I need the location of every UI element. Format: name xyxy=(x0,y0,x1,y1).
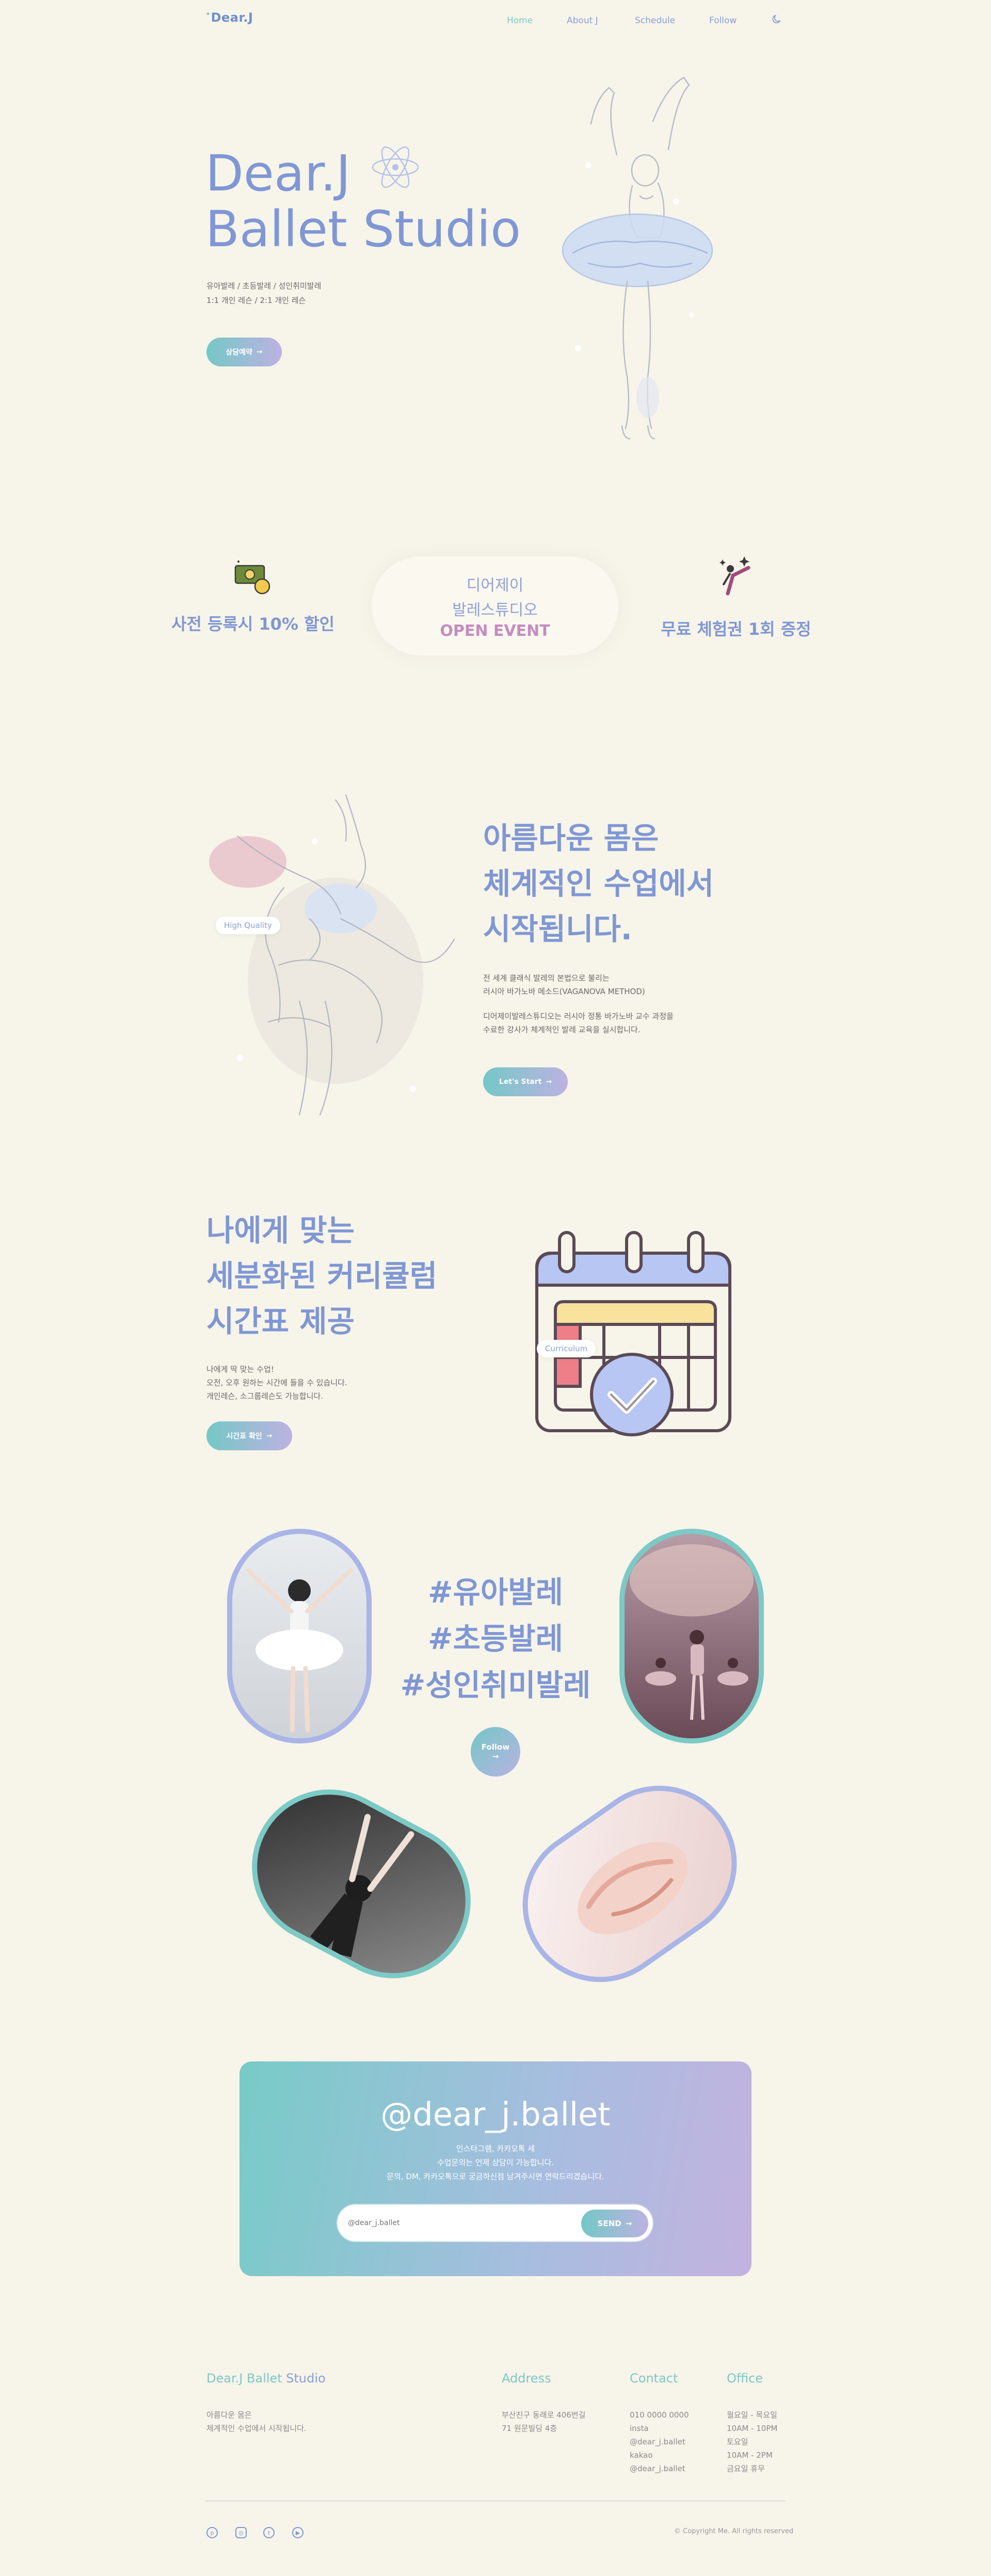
arrow-right-icon: → xyxy=(266,1432,273,1440)
twitter-icon[interactable]: t xyxy=(263,2527,275,2538)
nav-about[interactable]: About J xyxy=(567,15,598,26)
arrow-right-icon: → xyxy=(492,1752,499,1761)
copyright: © Copyright Me. All rights reserved xyxy=(674,2527,794,2535)
discount-text: 사전 등록시 10% 할인 xyxy=(171,614,335,634)
hero-description: 유아발레 / 초등발레 / 성인취미발레 1:1 개인 레슨 / 2:1 개인 … xyxy=(206,281,322,305)
pinterest-icon[interactable]: p xyxy=(206,2527,218,2538)
schedule-button[interactable]: 시간표 확인 → xyxy=(206,1421,292,1450)
footer-office: 월요일 - 목요일 10AM - 10PM 토요일 10AM - 2PM 금요일… xyxy=(727,2410,778,2473)
nav-follow[interactable]: Follow xyxy=(709,15,737,26)
footer-address: 부산진구 동래로 406번길 71 원문빌딩 4층 xyxy=(502,2410,586,2433)
photo-ballerina-arms xyxy=(225,1762,498,2006)
open-event-badge: 디어제이 발레스튜디오 OPEN EVENT xyxy=(372,556,618,655)
logo[interactable]: ✦Dear.J xyxy=(205,10,253,25)
dancer-icon xyxy=(712,552,759,601)
send-button[interactable]: SEND → xyxy=(581,2210,648,2237)
instagram-handle[interactable]: @dear_j.ballet xyxy=(239,2095,752,2133)
atom-icon xyxy=(370,141,421,195)
photo-ballerina-white xyxy=(227,1529,372,1743)
curriculum-heading: 나에게 맞는 세분화된 커리큘럼 시간표 제공 xyxy=(206,1213,438,1339)
hero-title: Dear.J Ballet Studio xyxy=(205,145,521,258)
consult-button[interactable]: 상담예약 → xyxy=(206,338,282,366)
footer-contact: 010 0000 0000 insta @dear_j.ballet kakao… xyxy=(630,2410,689,2473)
instagram-icon[interactable]: ◎ xyxy=(235,2527,247,2538)
quality-heading: 아름다운 몸은 체계적인 수업에서 시작됩니다. xyxy=(483,821,714,947)
moon-icon[interactable] xyxy=(771,13,782,27)
sparkle-icon: ✦ xyxy=(205,10,211,18)
nav-home[interactable]: Home xyxy=(507,15,533,26)
youtube-icon[interactable]: ▶ xyxy=(292,2527,303,2538)
arrow-right-icon: → xyxy=(625,2219,632,2228)
free-trial-text: 무료 체험권 1회 증정 xyxy=(661,619,811,639)
quality-paragraph-2: 디어제이발레스튜디오는 러시아 정통 바가노바 교수 과정을 수료한 강사가 체… xyxy=(483,1012,674,1034)
arrow-right-icon: → xyxy=(256,348,263,356)
footer-brand: Dear.J Ballet Studio xyxy=(206,2371,326,2386)
footer-contact-title: Contact xyxy=(630,2371,678,2386)
hashtag-list: #유아발레 #초등발레 #성인취미발레 xyxy=(400,1575,591,1703)
nav-schedule[interactable]: Schedule xyxy=(635,15,675,26)
photo-pointe-shoes xyxy=(492,1755,768,2013)
instagram-description: 인스타그램, 카카오톡 세 수업문의는 언제 상담이 가능합니다. 문의, DM… xyxy=(387,2144,604,2181)
lets-start-button[interactable]: Let's Start → xyxy=(483,1067,568,1096)
dancer-illustration xyxy=(206,785,475,1127)
photo-kids-class xyxy=(619,1529,764,1743)
instagram-input[interactable] xyxy=(348,2212,575,2234)
curriculum-paragraph: 나에게 딱 맞는 수업! 오전, 오후 원하는 시간에 들을 수 있습니다. 개… xyxy=(206,1365,347,1401)
footer-address-title: Address xyxy=(502,2371,551,2386)
curriculum-tag: Curriculum xyxy=(537,1340,596,1357)
arrow-right-icon: → xyxy=(546,1078,552,1086)
money-icon xyxy=(232,557,274,601)
quality-paragraph-1: 전 세계 클래식 발레의 본법으로 불리는 러시아 바가노바 메소드(VAGAN… xyxy=(483,973,645,996)
footer-brand-text: 아름다운 몸은 체계적인 수업에서 시작됩니다. xyxy=(206,2410,307,2433)
footer-office-title: Office xyxy=(727,2371,763,2386)
follow-button[interactable]: Follow → xyxy=(471,1727,520,1777)
high-quality-tag: High Quality xyxy=(216,917,280,934)
calendar-icon xyxy=(534,1228,735,1442)
ballerina-illustration xyxy=(537,67,743,446)
